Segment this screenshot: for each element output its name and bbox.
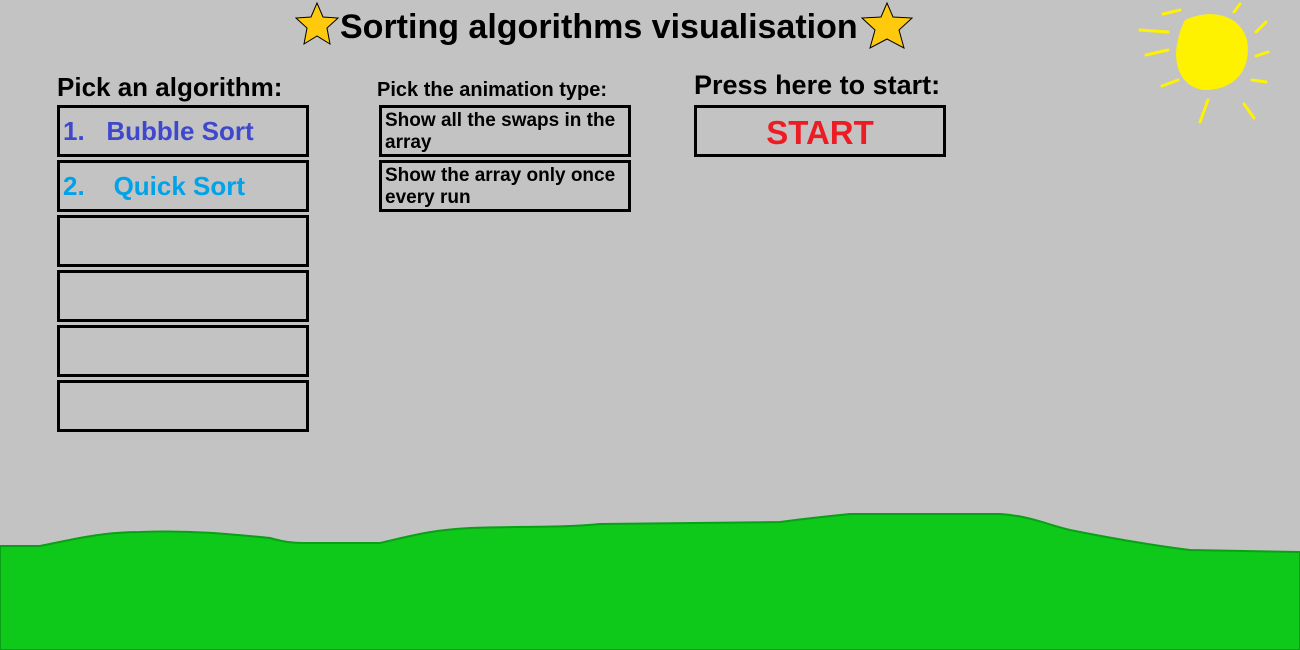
page-title: Sorting algorithms visualisation — [340, 8, 858, 46]
sun-icon — [1138, 2, 1270, 124]
star-icon — [860, 1, 914, 49]
start-heading: Press here to start: — [694, 70, 941, 100]
animation-option-once-per-run[interactable]: Show the array only once every run — [379, 160, 631, 212]
star-icon — [294, 1, 340, 46]
animation-option-all-swaps[interactable]: Show all the swaps in the array — [379, 105, 631, 157]
algorithm-option-empty-3[interactable] — [57, 215, 309, 267]
start-button-label: START — [766, 114, 874, 151]
algorithm-option-bubble-sort[interactable]: 1. Bubble Sort — [57, 105, 309, 157]
algorithm-heading: Pick an algorithm: — [57, 72, 283, 102]
algorithm-option-empty-5[interactable] — [57, 325, 309, 377]
algorithm-option-label: 2. Quick Sort — [63, 171, 246, 201]
algorithm-option-label: 1. Bubble Sort — [63, 116, 254, 146]
animation-option-label: Show the array only once every run — [385, 165, 616, 208]
animation-option-label: Show all the swaps in the array — [385, 110, 616, 153]
algorithm-option-empty-4[interactable] — [57, 270, 309, 322]
start-button[interactable]: START — [694, 105, 946, 157]
grass-hills — [0, 513, 1300, 650]
algorithm-option-empty-6[interactable] — [57, 380, 309, 432]
algorithm-option-quick-sort[interactable]: 2. Quick Sort — [57, 160, 309, 212]
animation-heading: Pick the animation type: — [377, 79, 608, 101]
